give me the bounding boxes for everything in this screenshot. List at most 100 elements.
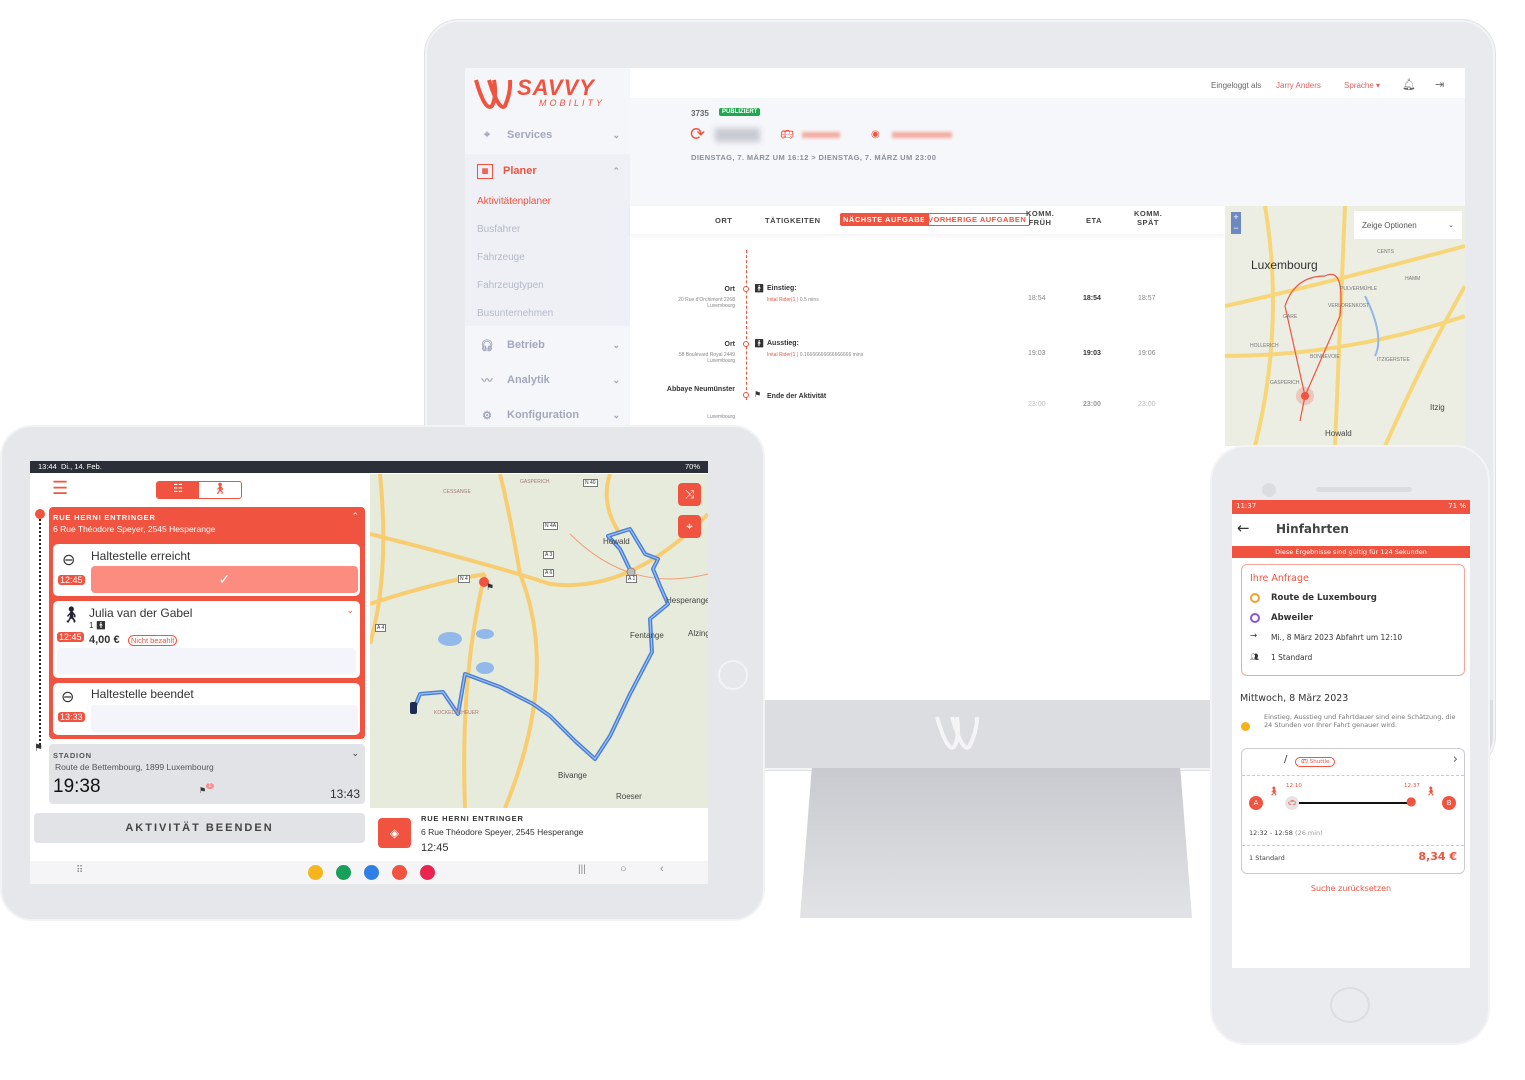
eta: 19:03: [1083, 350, 1101, 357]
menu-icon[interactable]: ☰: [52, 478, 68, 499]
chevron-right-icon[interactable]: ›: [1453, 752, 1458, 767]
place-address: Luxembourg: [707, 414, 735, 420]
sidebar-item-analytik[interactable]: 〰 Analytik ⌄: [465, 363, 630, 397]
back-button[interactable]: ‹: [660, 863, 664, 875]
place-name: Abbaye Neumünster: [666, 386, 735, 393]
next-stop-card[interactable]: STADION Route de Bettembourg, 1899 Luxem…: [49, 744, 365, 804]
place-address: 58 Boulevard Royal 2449 Luxembourg: [678, 352, 735, 364]
chevron-down-icon[interactable]: ⌄: [346, 605, 354, 616]
zoom-controls: + −: [1231, 212, 1241, 234]
timeline-stop-dot: [743, 286, 749, 292]
table-header: ORT TÄTIGKEITEN NÄCHSTE AUFGABE VORHERIG…: [630, 206, 1225, 234]
tab-next-task[interactable]: NÄCHSTE AUFGABE: [840, 213, 929, 226]
timeline-line: [39, 519, 41, 745]
chevron-down-icon: ⌄: [612, 409, 620, 420]
files-app-icon[interactable]: [308, 865, 323, 880]
sidebar-item-betrieb[interactable]: 🎧︎ Betrieb ⌄: [465, 328, 630, 362]
savvy-logo-icon: [474, 79, 513, 109]
person-icon: 🚹︎: [754, 284, 765, 293]
phone-home-button: [1330, 987, 1370, 1023]
tablet-screen: 13:44 Di., 14. Feb. 70% ☰ ☷ 🚶︎ ⚑ RUE HERN…: [30, 461, 708, 884]
phone-app-icon[interactable]: [336, 865, 351, 880]
zoom-out-button[interactable]: −: [1231, 223, 1241, 234]
flag-icon: ⚑ 1: [199, 783, 214, 795]
payment-status-badge: Nicht bezahlt: [128, 635, 178, 646]
bell-icon[interactable]: 🔔︎: [1402, 78, 1416, 91]
end-activity-button[interactable]: AKTIVITÄT BEENDEN: [34, 813, 365, 843]
logout-icon[interactable]: ⇥: [1435, 78, 1444, 91]
confirm-departed-button[interactable]: [91, 705, 358, 732]
map-label: GASPERICH: [1270, 380, 1300, 386]
zoom-in-button[interactable]: +: [1231, 212, 1241, 223]
locate-button[interactable]: ⌖: [678, 515, 701, 538]
apps-grid-icon[interactable]: ⠿: [76, 865, 83, 876]
status-bar: 11:37 71 %: [1232, 500, 1470, 514]
early-arrival: 19:03: [1028, 350, 1046, 357]
logged-in-label: Eingeloggt als: [1211, 81, 1262, 90]
activity-type: Ende der Aktivität: [767, 393, 827, 400]
sidebar-item-planer[interactable]: ▦ Planer ⌃: [465, 154, 630, 188]
headset-icon: 🎧︎: [480, 339, 494, 352]
android-nav-bar: ⠿ ||| ○ ‹: [30, 861, 708, 884]
map-label: Howald: [1325, 429, 1352, 438]
info-icon: [1241, 722, 1250, 731]
back-arrow-icon[interactable]: ←: [1237, 519, 1250, 537]
trip-offer-card[interactable]: / 🚌︎ Shuttle › 12:10 12:37 A 🚶︎ 🚗︎ ● 🚶︎ …: [1241, 748, 1465, 874]
person-icon: 🚹︎: [95, 621, 106, 630]
reset-search-link[interactable]: Suche zurücksetzen: [1232, 884, 1470, 893]
confirm-passenger-button[interactable]: [57, 648, 356, 674]
trip-date: Mittwoch, 8 März 2023: [1240, 693, 1349, 704]
recents-button[interactable]: |||: [578, 864, 586, 875]
passenger-view-button[interactable]: 🚶︎: [199, 482, 241, 498]
sidebar-sub-fahrzeugtypen[interactable]: Fahrzeugtypen: [477, 280, 544, 291]
camera-app-icon[interactable]: [420, 865, 435, 880]
list-view-button[interactable]: ☷: [157, 482, 199, 498]
table-row[interactable]: Ort 58 Boulevard Royal 2449 Luxembourg 🚹︎ Au…: [630, 339, 1225, 391]
sidebar-sub-busfahrer[interactable]: Busfahrer: [477, 224, 520, 235]
walk-icon: 🚶︎: [1425, 787, 1437, 797]
phone-screen: 11:37 71 % ← Hinfahrten Diese Ergebnisse …: [1232, 500, 1470, 968]
timeline-stop-dot: [743, 341, 749, 347]
bus-icon: 🚌︎: [780, 129, 794, 141]
map-label: Alzing: [688, 629, 708, 638]
map-label: GARE: [1283, 314, 1298, 320]
chevron-down-icon: ⌄: [612, 129, 620, 140]
user-name-link[interactable]: Jarry Anders: [1276, 81, 1321, 90]
navigation-map[interactable]: ⚑ GASPERICH CESSANGE Howald Hesperange F…: [370, 474, 708, 808]
map-pin-icon: ⌖: [483, 128, 491, 141]
chevron-down-icon: ⌄: [351, 748, 359, 758]
sidebar-sub-busunternehmen[interactable]: Busunternehmen: [477, 308, 553, 319]
chevron-down-icon: ⌄: [612, 339, 620, 350]
page-title: Hinfahrten: [1276, 522, 1349, 536]
arrow-right-icon: →: [1250, 631, 1258, 641]
sidebar-sub-aktivitaetenplaner[interactable]: Aktivitätenplaner: [477, 196, 551, 207]
depart-icon: ⊖: [61, 689, 75, 706]
language-dropdown[interactable]: Sprache ▾: [1344, 81, 1380, 90]
blurred-driver: [892, 132, 952, 138]
activity-id: 3735: [691, 109, 709, 118]
home-button[interactable]: ○: [620, 863, 627, 875]
table-row[interactable]: Ort 20 Rue d'Orchimont 2268 Luxembourg 🚹︎ Ei…: [630, 284, 1225, 336]
status-badge: PUBLIZIERT: [719, 108, 761, 116]
chevron-up-icon[interactable]: ⌃: [351, 511, 359, 522]
sidebar-sub-fahrzeuge[interactable]: Fahrzeuge: [477, 252, 525, 263]
savvy-logo-icon: [935, 716, 979, 750]
map-graphic: [370, 474, 708, 808]
messages-app-icon[interactable]: [364, 865, 379, 880]
driver-icon: ◉: [871, 129, 880, 140]
directions-button[interactable]: ◈: [378, 818, 411, 848]
tab-previous-tasks[interactable]: VORHERIGE AUFGABEN: [924, 213, 1031, 226]
driver-app-icon[interactable]: [392, 865, 407, 880]
route-map[interactable]: Luxembourg Howald Itzig HAMM CENTS PULVE…: [1225, 206, 1465, 446]
finish-flag-icon: ⚑: [754, 390, 762, 399]
activity-type: Ausstieg:: [767, 340, 799, 347]
task-passenger: 🚶︎ 12:45 Julia van der Gabel ⌄ 1 🚹︎ 4,00…: [53, 601, 360, 678]
sidebar-item-services[interactable]: ⌖ Services ⌄: [465, 118, 630, 152]
show-options-dropdown[interactable]: Zeige Optionen ⌄: [1354, 211, 1462, 239]
front-camera: [1262, 483, 1276, 497]
speaker-grille: [1316, 487, 1412, 492]
route-overview-button[interactable]: ⤨: [678, 483, 701, 506]
chevron-up-icon: ⌃: [612, 165, 620, 176]
confirm-arrived-button[interactable]: ✓: [91, 566, 358, 593]
top-bar: Eingeloggt als Jarry Anders Sprache ▾ 🔔︎…: [630, 70, 1465, 98]
